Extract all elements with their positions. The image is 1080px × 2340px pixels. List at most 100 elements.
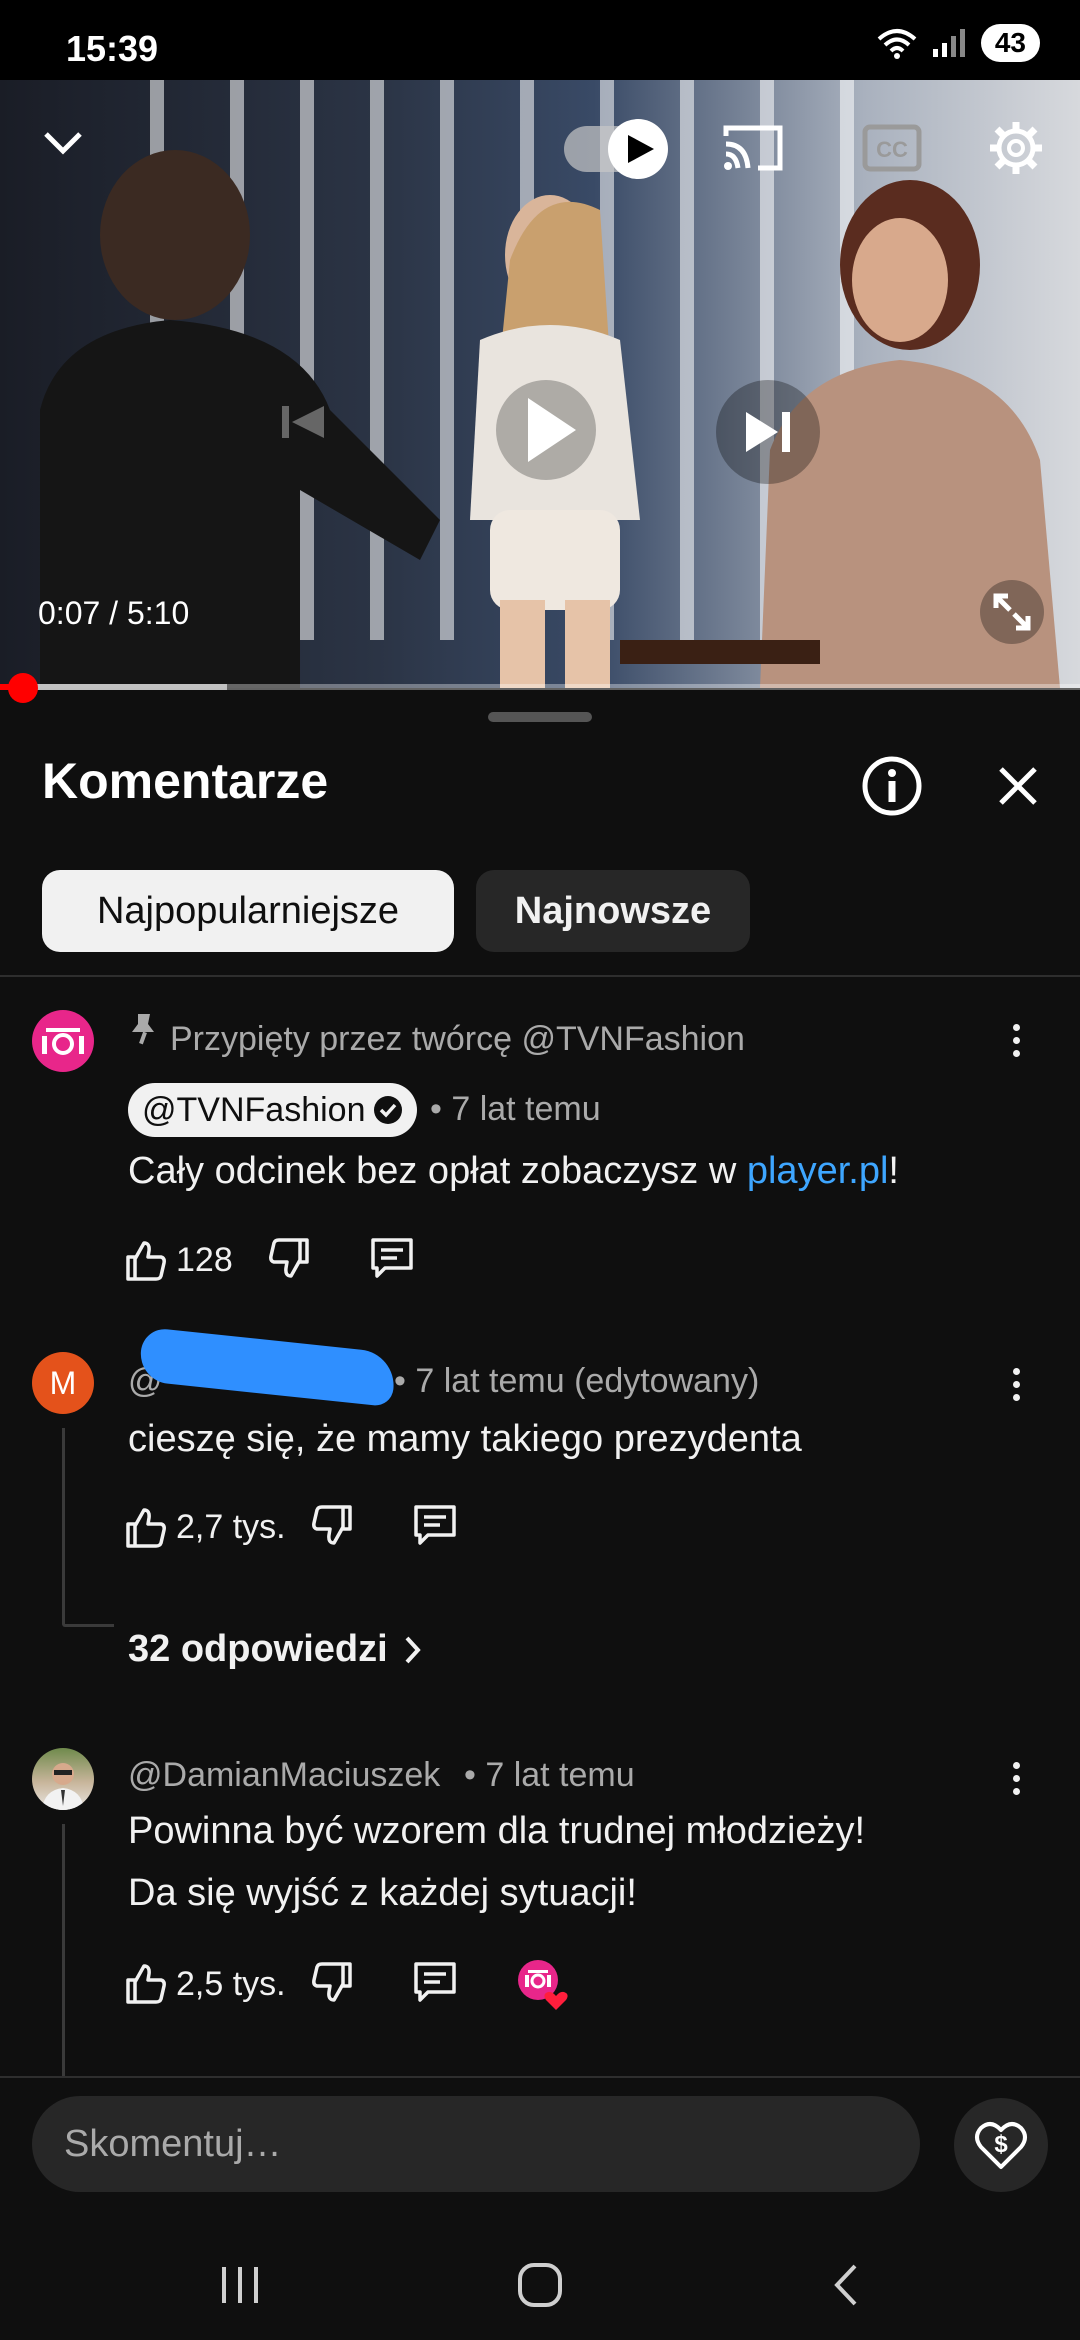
thread-line <box>62 1824 65 2078</box>
avatar[interactable] <box>32 1748 94 1810</box>
sort-chip-newest[interactable]: Najnowsze <box>476 870 750 952</box>
avatar[interactable]: M <box>32 1352 94 1414</box>
creator-heart-icon <box>517 1960 568 2010</box>
video-player[interactable]: CC 0:07 / 5:10 <box>0 80 1080 688</box>
avatar[interactable] <box>32 1010 94 1072</box>
thumbs-down-icon <box>311 1505 352 1545</box>
progress-bar[interactable] <box>0 684 1080 690</box>
previous-button[interactable] <box>268 388 336 456</box>
view-replies-button[interactable]: 32 odpowiedzi <box>128 1628 424 1671</box>
like-count: 128 <box>176 1241 233 1279</box>
signal-icon <box>932 29 965 57</box>
gear-icon <box>990 122 1042 174</box>
creator-heart-badge <box>516 1958 568 2010</box>
replies-count: 32 odpowiedzi <box>128 1628 388 1670</box>
like-button[interactable]: 2,5 tys. <box>124 1962 286 2006</box>
comment-text: cieszę się, że mamy takiego prezydenta <box>128 1418 802 1460</box>
autoplay-toggle[interactable] <box>564 118 670 180</box>
heart-dollar-icon: $ <box>975 2122 1027 2169</box>
thread-line <box>62 1428 65 1624</box>
svg-text:CC: CC <box>876 137 908 162</box>
skip-next-icon <box>716 380 820 484</box>
wifi-icon <box>877 29 917 59</box>
thumbs-up-icon <box>126 1507 166 1548</box>
reply-icon <box>413 1505 456 1545</box>
cc-icon: CC <box>862 124 922 172</box>
thumbs-down-icon <box>268 1238 309 1278</box>
status-icons: 43 <box>877 24 1040 62</box>
reply-button[interactable] <box>412 1960 458 2009</box>
like-count: 2,7 tys. <box>176 1508 286 1546</box>
status-time: 15:39 <box>66 28 159 69</box>
reply-button[interactable] <box>412 1503 458 1552</box>
like-button[interactable]: 128 <box>124 1239 233 1283</box>
comment-actions: 128 <box>124 1236 415 1285</box>
comment-menu-button[interactable] <box>996 1010 1036 1070</box>
settings-button[interactable] <box>988 120 1044 176</box>
super-thanks-button[interactable]: $ <box>954 2098 1048 2192</box>
reply-button[interactable] <box>369 1236 415 1285</box>
avatar-letter: M <box>49 1364 77 1401</box>
chevron-down-icon <box>44 132 82 155</box>
player-link[interactable]: player.pl <box>747 1150 889 1192</box>
thumbs-up-icon <box>126 1964 166 2004</box>
back-button[interactable] <box>796 2250 896 2320</box>
comment-time: • 7 lat temu <box>430 1090 601 1128</box>
system-nav-bar <box>0 2228 1080 2340</box>
author-chip[interactable]: @TVNFashion <box>128 1083 418 1137</box>
battery-indicator: 43 <box>980 24 1040 62</box>
home-icon <box>518 2263 562 2307</box>
comment-author[interactable]: @DamianMaciuszek <box>128 1756 440 1795</box>
sort-chip-top[interactable]: Najpopularniejsze <box>42 870 454 952</box>
comment-time: • 7 lat temu <box>464 1756 635 1794</box>
play-icon <box>496 380 596 480</box>
fullscreen-button[interactable] <box>980 580 1044 644</box>
pin-icon <box>132 1014 154 1045</box>
comment-actions: 2,7 tys. <box>124 1503 458 1552</box>
dislike-button[interactable] <box>310 1960 354 2009</box>
dislike-button[interactable] <box>310 1503 354 1552</box>
captions-button[interactable]: CC <box>862 124 922 172</box>
status-bar: 15:39 43 <box>0 0 1080 80</box>
recents-icon <box>222 2267 258 2303</box>
drag-handle[interactable] <box>488 712 592 722</box>
skip-previous-icon <box>282 406 324 438</box>
recents-button[interactable] <box>190 2250 290 2320</box>
video-time: 0:07 / 5:10 <box>38 595 190 631</box>
fullscreen-icon <box>980 580 1044 644</box>
chevron-right-icon <box>405 1636 421 1663</box>
comment-text: Powinna być wzorem dla trudnej młodzieży… <box>128 1810 866 1914</box>
close-icon <box>999 767 1037 805</box>
channel-logo-icon <box>42 1028 84 1055</box>
comment-input[interactable] <box>32 2096 920 2192</box>
info-button[interactable] <box>858 752 926 820</box>
reply-icon <box>413 1961 456 2002</box>
home-button[interactable] <box>490 2250 590 2320</box>
close-button[interactable] <box>988 756 1048 816</box>
comment-text: Cały odcinek bez opłat zobaczysz w playe… <box>128 1150 899 1192</box>
reply-icon <box>370 1238 413 1278</box>
autoplay-icon <box>564 119 668 179</box>
play-button[interactable] <box>496 380 596 480</box>
svg-text:$: $ <box>994 2131 1008 2158</box>
dislike-button[interactable] <box>267 1236 311 1285</box>
progress-scrubber[interactable] <box>8 673 38 703</box>
thread-line <box>62 1624 114 1627</box>
comments-title: Komentarze <box>42 753 329 809</box>
cast-button[interactable] <box>722 122 784 174</box>
collapse-button[interactable] <box>38 118 88 168</box>
like-count: 2,5 tys. <box>176 1964 286 2003</box>
info-icon <box>862 756 922 816</box>
divider <box>0 975 1080 977</box>
verified-icon <box>374 1096 403 1124</box>
thumbs-up-icon <box>126 1240 166 1281</box>
redaction-scribble <box>137 1326 398 1408</box>
comment-menu-button[interactable] <box>996 1354 1036 1414</box>
like-button[interactable]: 2,7 tys. <box>124 1506 286 1550</box>
comment-actions: 2,5 tys. <box>124 1958 568 2010</box>
pinned-label: Przypięty przez twórcę @TVNFashion <box>170 1020 745 1058</box>
user-photo-icon <box>42 1763 84 1810</box>
next-button[interactable] <box>716 380 820 484</box>
author-name: @TVNFashion <box>142 1090 366 1129</box>
comment-menu-button[interactable] <box>996 1748 1036 1808</box>
